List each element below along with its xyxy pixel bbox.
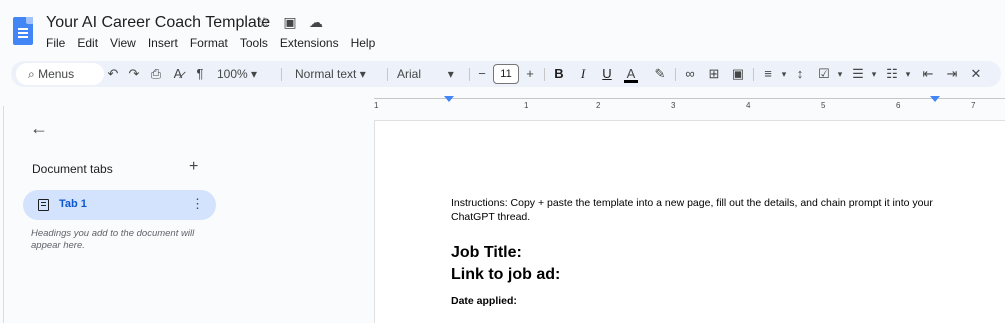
font-select[interactable]: Arial ▾ <box>397 61 454 87</box>
tab-1-label: Tab 1 <box>59 198 87 210</box>
menu-insert[interactable]: Insert <box>142 36 184 50</box>
chevron-down-icon: ▾ <box>359 67 366 81</box>
clear-formatting-icon[interactable]: ✕ <box>967 61 985 87</box>
chevron-down-icon[interactable]: ▾ <box>899 61 917 87</box>
font-value: Arial <box>397 67 422 81</box>
menu-extensions[interactable]: Extensions <box>274 36 345 50</box>
ruler-tick: 2 <box>596 101 601 110</box>
date-applied-label[interactable]: Date applied: <box>451 295 517 307</box>
document-title[interactable]: Your AI Career Coach Template <box>46 14 270 32</box>
style-value: Normal text <box>295 67 357 81</box>
divider <box>753 68 754 81</box>
highlight-icon[interactable]: ✎ <box>651 61 669 87</box>
divider <box>469 68 470 81</box>
tab-1[interactable]: Tab 1 ⋮ <box>23 190 216 220</box>
headings-hint: Headings you add to the document will ap… <box>31 228 195 251</box>
ruler-tick: 4 <box>746 101 751 110</box>
document-page[interactable]: Instructions: Copy + paste the template … <box>374 120 1005 323</box>
ruler-tick: 3 <box>671 101 676 110</box>
chevron-down-icon: ▾ <box>251 67 258 81</box>
chevron-down-icon[interactable]: ▾ <box>865 61 883 87</box>
search-menus-label: Menus <box>38 67 75 81</box>
left-indent-marker[interactable] <box>444 96 454 102</box>
divider <box>544 68 545 81</box>
job-title-heading[interactable]: Job Title: <box>451 244 522 262</box>
add-tab-button[interactable]: + <box>189 158 198 176</box>
style-select[interactable]: Normal text ▾ <box>295 61 366 87</box>
ruler-tick: 5 <box>821 101 826 110</box>
title-actions: ☆ ▣ ☁ <box>256 14 324 31</box>
ruler-tick: 6 <box>896 101 901 110</box>
decrease-font-size-button[interactable]: − <box>473 61 491 87</box>
divider <box>387 68 388 81</box>
job-link-heading[interactable]: Link to job ad: <box>451 266 560 284</box>
search-menus[interactable]: ⌕ Menus <box>16 63 104 85</box>
zoom-value: 100% <box>217 67 248 81</box>
document-tabs-heading: Document tabs <box>32 162 113 176</box>
redo-icon[interactable]: ↷ <box>125 61 143 87</box>
instructions-text[interactable]: Instructions: Copy + paste the template … <box>451 196 951 224</box>
ruler-tick: 1 <box>374 101 379 110</box>
divider <box>675 68 676 81</box>
spellcheck-icon[interactable]: A̷ <box>169 61 187 87</box>
right-indent-marker[interactable] <box>930 96 940 102</box>
increase-indent-icon[interactable]: ⇥ <box>943 61 961 87</box>
underline-button[interactable]: U <box>598 61 616 87</box>
cloud-saved-icon[interactable]: ☁ <box>308 14 324 31</box>
paint-format-icon[interactable]: ¶ <box>191 61 209 87</box>
italic-button[interactable]: I <box>574 61 592 87</box>
zoom-select[interactable]: 100% ▾ <box>217 61 257 87</box>
vertical-ruler[interactable] <box>0 106 4 323</box>
menu-view[interactable]: View <box>104 36 142 50</box>
ruler-tick: 7 <box>971 101 976 110</box>
star-icon[interactable]: ☆ <box>256 14 272 31</box>
ruler-tick: 1 <box>524 101 529 110</box>
horizontal-ruler[interactable]: 1 1 2 3 4 5 6 7 <box>374 92 1005 110</box>
menu-bar: File Edit View Insert Format Tools Exten… <box>40 36 381 50</box>
divider <box>281 68 282 81</box>
back-arrow-icon[interactable]: ← <box>30 118 48 139</box>
docs-logo-icon[interactable] <box>13 17 33 45</box>
menu-file[interactable]: File <box>40 36 71 50</box>
bold-button[interactable]: B <box>550 61 568 87</box>
chevron-down-icon: ▾ <box>447 67 454 81</box>
move-to-folder-icon[interactable]: ▣ <box>282 14 298 31</box>
comment-icon[interactable]: ⊞ <box>705 61 723 87</box>
document-tab-icon <box>38 199 49 211</box>
increase-font-size-button[interactable]: + <box>521 61 539 87</box>
link-icon[interactable]: ∞ <box>681 61 699 87</box>
line-spacing-icon[interactable]: ↕ <box>791 61 809 87</box>
menu-tools[interactable]: Tools <box>234 36 274 50</box>
more-options-icon[interactable]: ⋮ <box>191 196 204 212</box>
menu-help[interactable]: Help <box>345 36 382 50</box>
text-color-button[interactable]: A <box>623 66 639 83</box>
image-icon[interactable]: ▣ <box>729 61 747 87</box>
decrease-indent-icon[interactable]: ⇤ <box>919 61 937 87</box>
toolbar: ⌕ Menus ↶ ↷ ⎙ A̷ ¶ 100% ▾ Normal text ▾ … <box>11 61 1001 87</box>
ruler-track <box>374 98 1005 99</box>
print-icon[interactable]: ⎙ <box>147 61 165 87</box>
menu-edit[interactable]: Edit <box>71 36 104 50</box>
font-size-input[interactable]: 11 <box>493 64 519 84</box>
undo-icon[interactable]: ↶ <box>104 61 122 87</box>
chevron-down-icon[interactable]: ▾ <box>831 61 849 87</box>
menu-format[interactable]: Format <box>184 36 234 50</box>
search-icon: ⌕ <box>28 67 35 81</box>
